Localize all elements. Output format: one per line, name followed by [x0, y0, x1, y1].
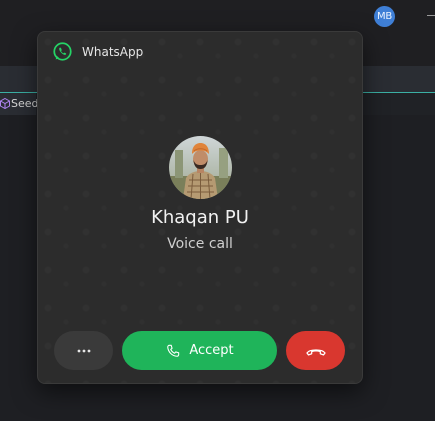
whatsapp-logo-icon: [53, 42, 72, 61]
accept-label: Accept: [189, 343, 234, 358]
caller-avatar: [169, 136, 232, 199]
more-options-icon: [77, 349, 90, 352]
decline-call-button[interactable]: [286, 331, 345, 370]
cube-icon: [0, 98, 10, 109]
more-options-button[interactable]: [54, 331, 113, 370]
incoming-call-window: WhatsApp Khaqan PU Voice call Accept: [37, 31, 363, 384]
minimize-icon[interactable]: [427, 15, 435, 16]
phone-icon: [167, 344, 180, 357]
accept-call-button[interactable]: Accept: [122, 331, 277, 370]
background-tab[interactable]: Seed: [0, 93, 39, 115]
background-tab-label: Seed: [11, 97, 39, 110]
call-window-title-bar[interactable]: WhatsApp: [38, 32, 362, 72]
background-title-bar: [0, 0, 435, 32]
account-avatar[interactable]: MB: [374, 6, 395, 27]
call-type-label: Voice call: [167, 236, 233, 252]
hang-up-icon: [305, 348, 326, 356]
caller-photo: [169, 136, 232, 199]
caller-name: Khaqan PU: [151, 207, 249, 228]
app-title: WhatsApp: [82, 45, 144, 59]
